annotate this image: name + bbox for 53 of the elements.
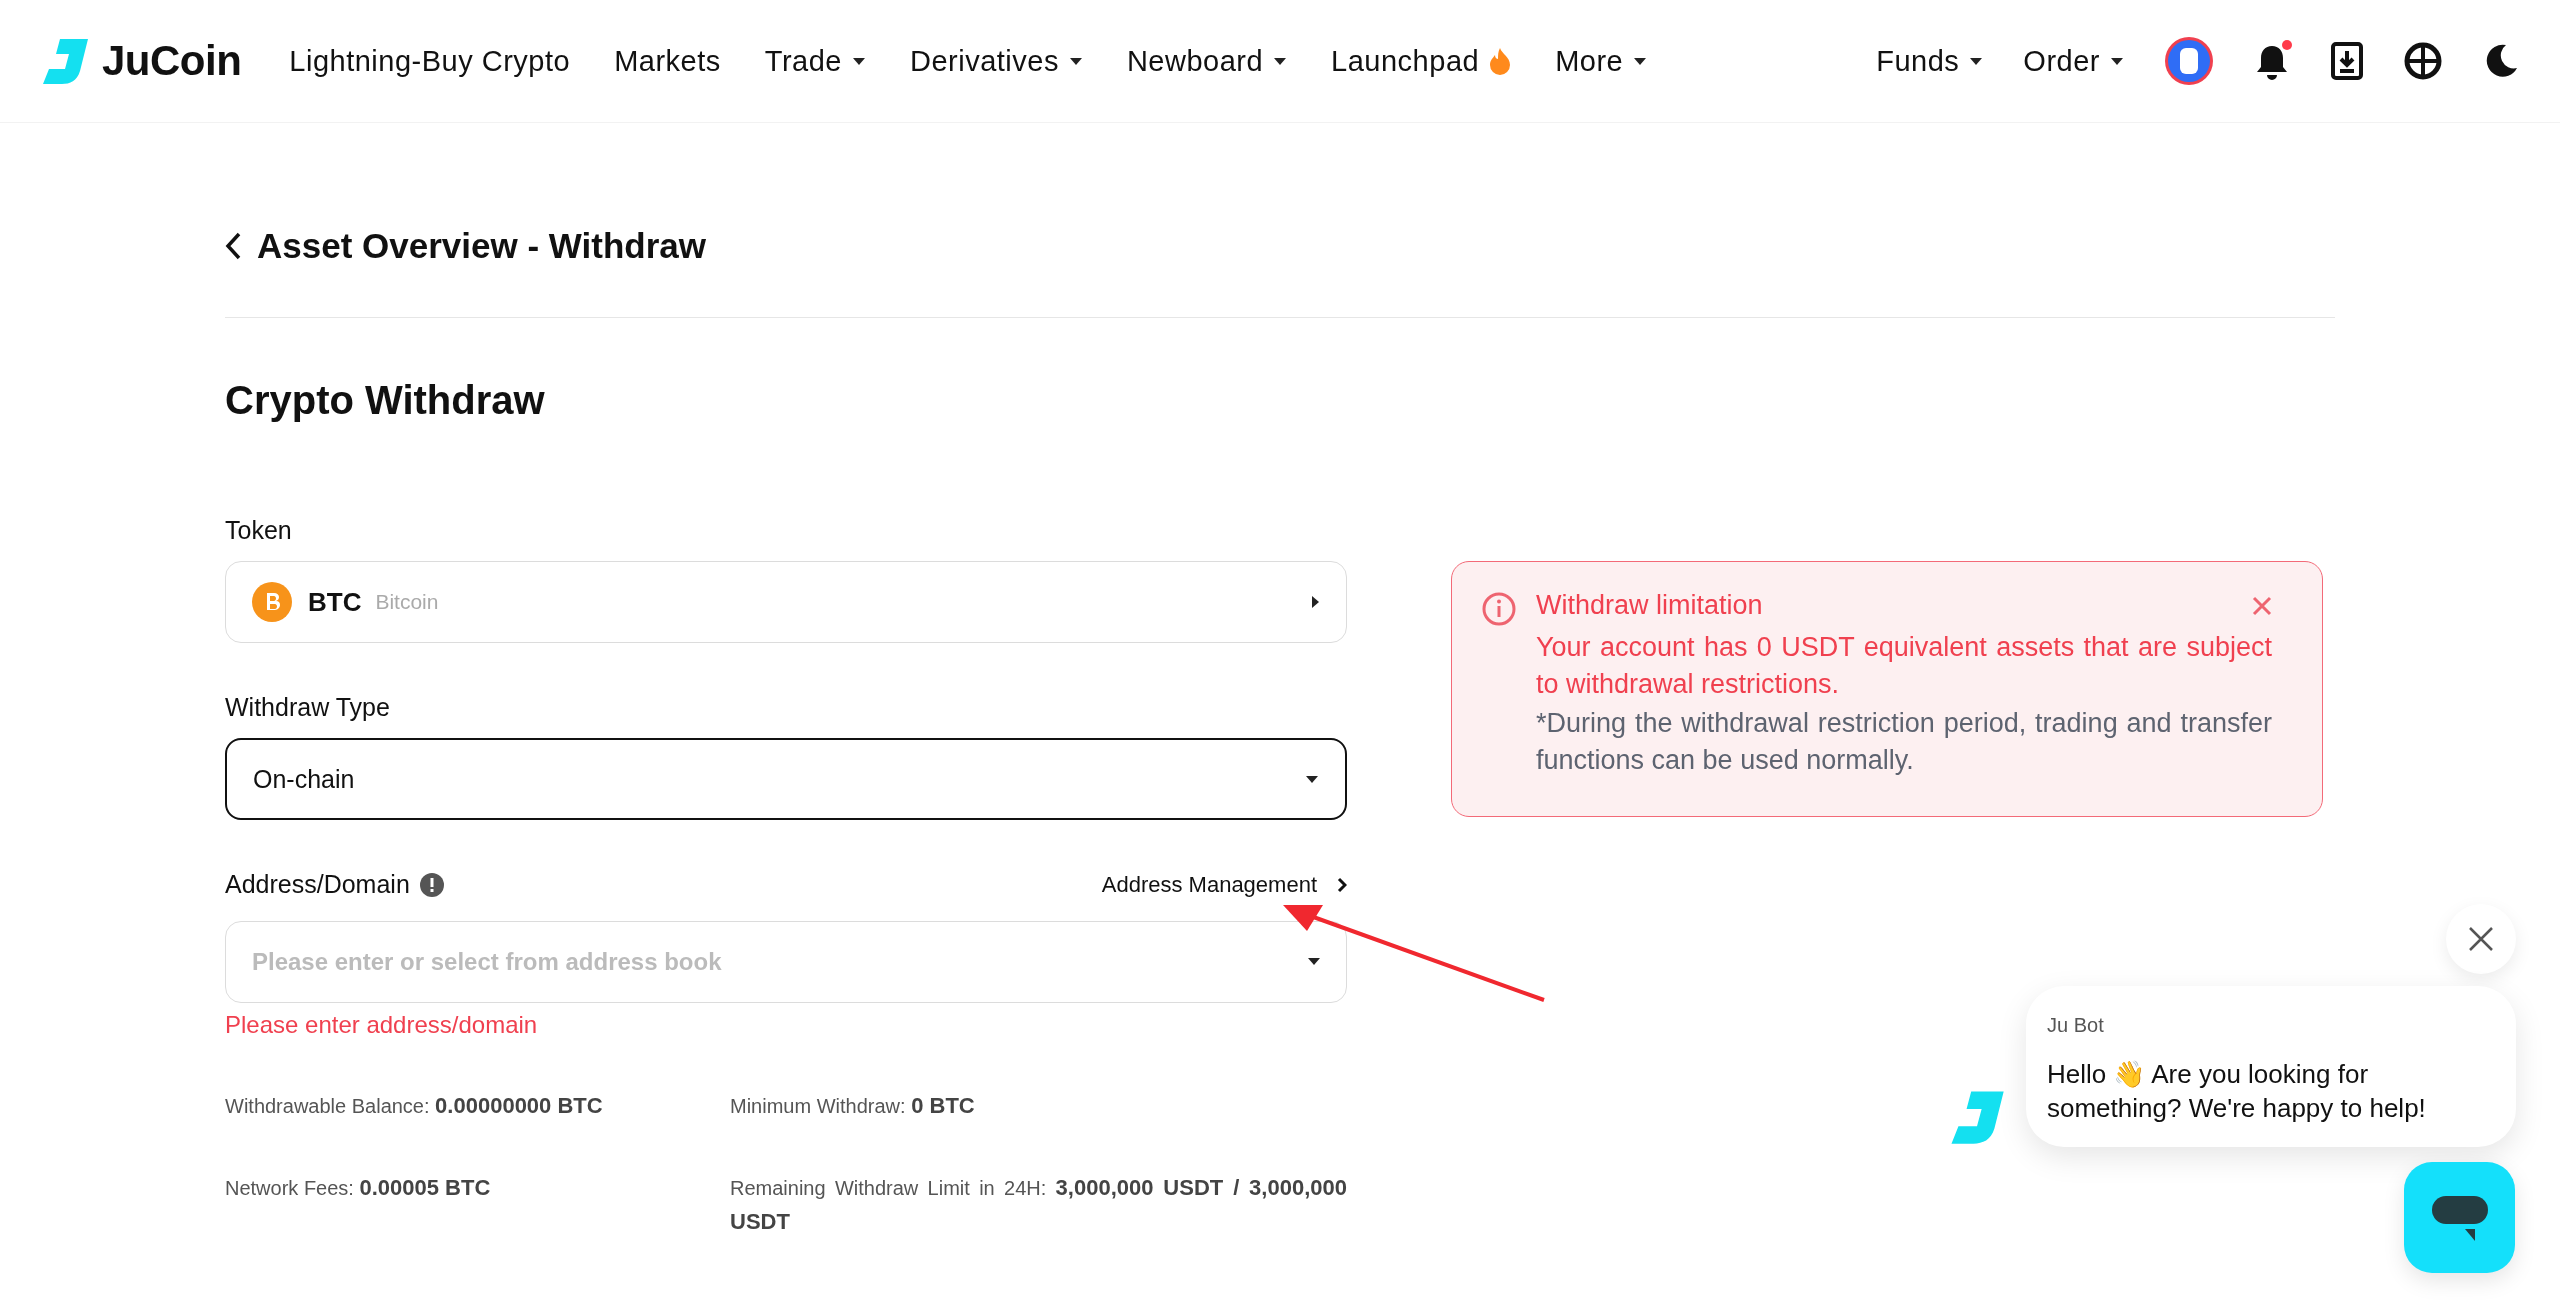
- info-text: Network Fees: 0.00005 BTC: [225, 1174, 492, 1202]
- field-label: Withdraw Type: [225, 693, 391, 722]
- address-management-link[interactable]: Address Management: [1101, 871, 1347, 898]
- info-text: Remaining Withdraw Limit in 24H: 3,000,000 USDT / 3,000,000 USDT: [730, 1174, 1347, 1236]
- caret-icon: [852, 56, 866, 66]
- nav-item[interactable]: Lightning-Buy Crypto: [289, 44, 571, 78]
- alert-message: Your account has 0 USDT equivalent assets that are subject to withdrawal restrictions.: [1536, 631, 2272, 701]
- caret-icon: [1307, 957, 1321, 966]
- chevron-left-icon: [225, 232, 241, 260]
- caret-icon: [1969, 56, 1984, 66]
- withdraw-type-select[interactable]: On-chain: [225, 738, 1347, 820]
- nav-item[interactable]: Newboard: [1126, 44, 1288, 78]
- globe-icon[interactable]: [2404, 42, 2442, 80]
- error-message: Please enter address/domain: [225, 1011, 539, 1039]
- nav-item[interactable]: Launchpad: [1331, 44, 1512, 78]
- chat-message: Hello 👋 Are you looking for something? We're happy to help!: [2047, 1058, 2427, 1125]
- field-label: Address/Domain: [225, 870, 410, 899]
- caret-icon: [1311, 595, 1320, 609]
- nav-item[interactable]: Markets: [614, 44, 721, 78]
- info-text: Withdrawable Balance: 0.00000000 BTC: [225, 1092, 604, 1120]
- page-title: Crypto Withdraw: [225, 378, 546, 424]
- alert-title: Withdraw limitation: [1536, 590, 1763, 621]
- chat-icon: [2430, 1194, 2489, 1241]
- caret-icon: [1273, 56, 1288, 66]
- logo-icon: [40, 36, 90, 86]
- address-field[interactable]: Please enter or select from address book: [225, 921, 1347, 1003]
- bell-icon[interactable]: [2254, 42, 2290, 80]
- download-icon[interactable]: [2330, 42, 2364, 80]
- caret-icon: [2110, 56, 2124, 66]
- nav-item[interactable]: Order: [2023, 44, 2124, 78]
- alert-note: *During the withdrawal restriction period, trading and transfer functions can be used normally.: [1536, 707, 2272, 777]
- info-icon: [419, 872, 444, 897]
- caret-icon: [1633, 56, 1648, 66]
- brand-name: JuCoin: [102, 37, 242, 85]
- info-text: Minimum Withdraw: 0 BTC: [730, 1092, 976, 1120]
- chat-sender: Ju Bot: [2047, 1014, 2105, 1037]
- caret-icon: [1305, 774, 1319, 784]
- back-link[interactable]: Asset Overview - Withdraw: [225, 226, 706, 266]
- token-symbol: BTC: [308, 586, 362, 618]
- chevron-right-icon: [1337, 876, 1347, 893]
- token-name: Bitcoin: [375, 590, 440, 614]
- nav-item[interactable]: Trade: [764, 44, 866, 78]
- avatar[interactable]: [2164, 36, 2214, 86]
- nav-item[interactable]: Funds: [1876, 44, 1984, 78]
- bitcoin-icon: [252, 582, 292, 622]
- nav-item[interactable]: Derivatives: [910, 44, 1083, 78]
- caret-icon: [1068, 56, 1083, 66]
- field-label: Token: [225, 516, 293, 545]
- nav-item[interactable]: More: [1555, 44, 1648, 78]
- info-icon: [1482, 592, 1516, 626]
- chat-button[interactable]: [2404, 1162, 2515, 1273]
- token-select[interactable]: BTC Bitcoin: [225, 561, 1347, 643]
- flame-icon: [1489, 47, 1512, 75]
